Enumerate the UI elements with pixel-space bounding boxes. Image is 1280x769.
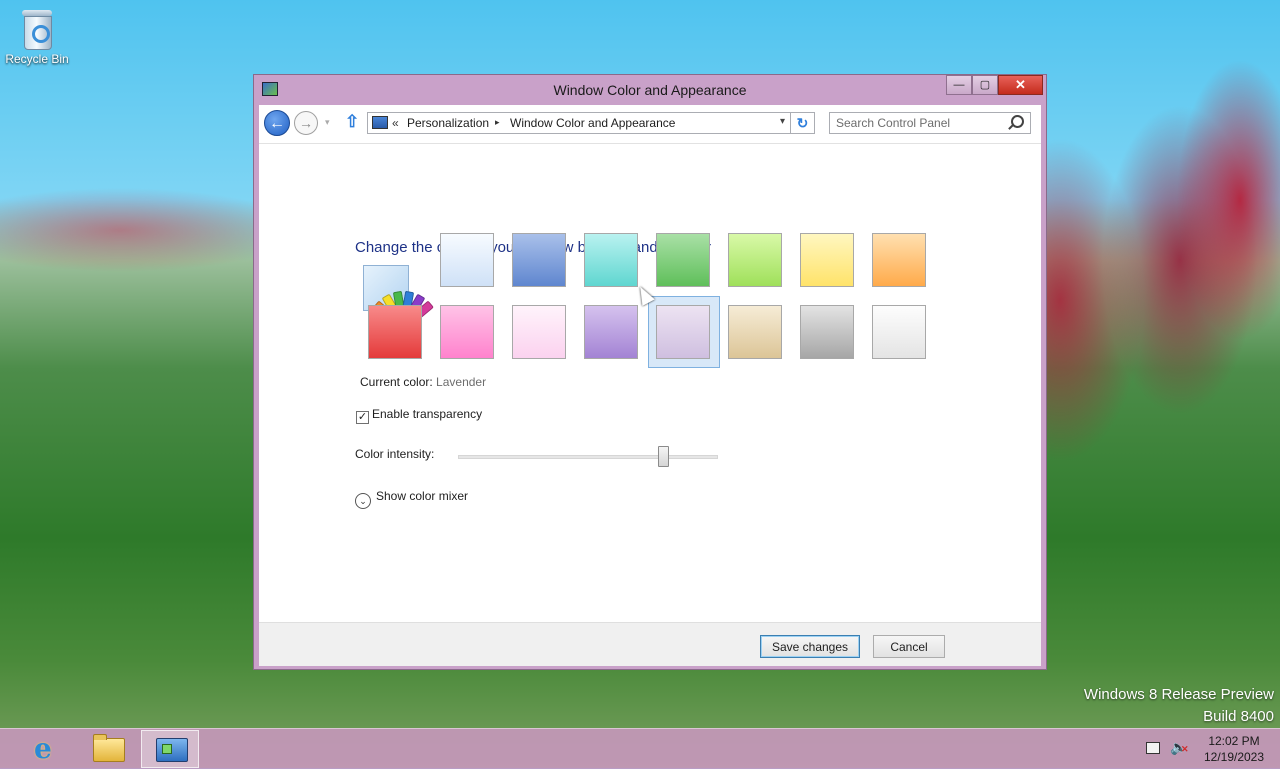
color-swatch-sea-foam[interactable] (584, 233, 638, 287)
navigation-bar: ← → ▾ ⇧ « Personalization ▸ Window Color… (259, 105, 1041, 144)
enable-transparency-checkbox[interactable]: ✓ (356, 411, 369, 424)
recycle-bin-label: Recycle Bin (5, 52, 69, 66)
address-dropdown-icon[interactable]: ▾ (780, 116, 785, 127)
recycle-bin-shortcut[interactable]: Recycle Bin (4, 6, 70, 66)
network-icon[interactable] (1146, 742, 1160, 754)
color-swatch-leaf[interactable] (656, 233, 710, 287)
dialog-footer: Save changes Cancel (259, 622, 1041, 666)
taskbar-control-panel[interactable] (141, 730, 199, 768)
minimize-button[interactable]: — (946, 75, 972, 95)
expand-chevron-icon[interactable]: ⌄ (355, 493, 371, 509)
color-swatch-fuchsia[interactable] (440, 305, 494, 359)
color-intensity-slider-thumb[interactable] (658, 446, 669, 467)
show-color-mixer-label[interactable]: Show color mixer (376, 489, 468, 503)
maximize-button[interactable]: ▢ (972, 75, 998, 95)
color-swatch-sky[interactable] (440, 233, 494, 287)
color-swatch-sun[interactable] (800, 233, 854, 287)
enable-transparency-label[interactable]: Enable transparency (372, 407, 482, 421)
internet-explorer-icon: e (34, 732, 52, 765)
show-color-mixer-toggle[interactable]: ⌄ Show color mixer (355, 489, 468, 509)
clock-time: 12:02 PM (1208, 734, 1260, 748)
breadcrumb-separator-icon[interactable]: ▸ (495, 117, 500, 128)
color-swatch-blush[interactable] (512, 305, 566, 359)
color-swatch-pumpkin[interactable] (872, 233, 926, 287)
address-overflow-chevron-icon[interactable]: « (392, 116, 399, 130)
color-swatch-ruby[interactable] (368, 305, 422, 359)
title-bar[interactable]: Window Color and Appearance — ▢ ✕ (254, 75, 1046, 105)
taskbar-internet-explorer[interactable]: e (16, 730, 74, 768)
control-panel-icon (372, 116, 388, 129)
clock-date: 12/19/2023 (1203, 750, 1265, 764)
color-swatch-chocolate[interactable] (800, 305, 854, 359)
color-intensity-track[interactable] (458, 455, 718, 459)
control-panel-icon (156, 738, 188, 762)
cancel-button[interactable]: Cancel (873, 635, 945, 658)
watermark-build: Build 8400 (1203, 708, 1274, 725)
breadcrumb-window-color[interactable]: Window Color and Appearance (510, 116, 675, 130)
color-swatch-violet[interactable] (584, 305, 638, 359)
save-changes-button[interactable]: Save changes (760, 635, 860, 658)
back-arrow-icon[interactable]: ← (264, 110, 290, 136)
system-clock[interactable]: 12:02 PM 12/19/2023 (1198, 733, 1270, 765)
recent-pages-chevron-icon[interactable]: ▾ (325, 117, 330, 128)
color-swatch-twilight[interactable] (512, 233, 566, 287)
forward-arrow-icon[interactable]: → (294, 111, 318, 135)
color-swatch-lavender[interactable] (656, 305, 710, 359)
refresh-icon[interactable]: ↻ (791, 112, 815, 134)
watermark-edition: Windows 8 Release Preview (1083, 686, 1274, 703)
search-input[interactable] (836, 114, 1006, 132)
window-color-appearance-window: Window Color and Appearance — ▢ ✕ ← → ▾ … (253, 74, 1047, 670)
color-intensity-label: Color intensity: (355, 447, 435, 461)
search-box[interactable] (829, 112, 1031, 134)
mute-indicator-icon: ✕ (1181, 744, 1189, 754)
taskbar: e 🔈 ✕ 12:02 PM 12/19/2023 (0, 728, 1280, 769)
close-button[interactable]: ✕ (998, 75, 1043, 95)
current-color-value: Lavender (436, 375, 487, 389)
address-bar[interactable]: « Personalization ▸ Window Color and App… (367, 112, 791, 134)
breadcrumb-personalization[interactable]: Personalization (407, 116, 489, 130)
up-arrow-icon[interactable]: ⇧ (345, 113, 359, 131)
color-swatch-taupe[interactable] (728, 305, 782, 359)
taskbar-file-explorer[interactable] (78, 730, 136, 768)
window-title: Window Color and Appearance (553, 82, 747, 98)
current-color-text: Current color: Lavender (360, 375, 486, 389)
search-icon[interactable] (1011, 115, 1024, 128)
window-client-area: ← → ▾ ⇧ « Personalization ▸ Window Color… (259, 105, 1041, 666)
build-watermark: Windows 8 Release Preview Build 8400 (1084, 684, 1274, 728)
enable-transparency-row[interactable]: ✓ Enable transparency (356, 407, 482, 424)
color-swatch-lime[interactable] (728, 233, 782, 287)
recycle-bin-icon (20, 8, 54, 50)
color-swatch-slate[interactable] (872, 305, 926, 359)
folder-icon (93, 734, 125, 762)
current-color-label: Current color: (360, 375, 433, 389)
